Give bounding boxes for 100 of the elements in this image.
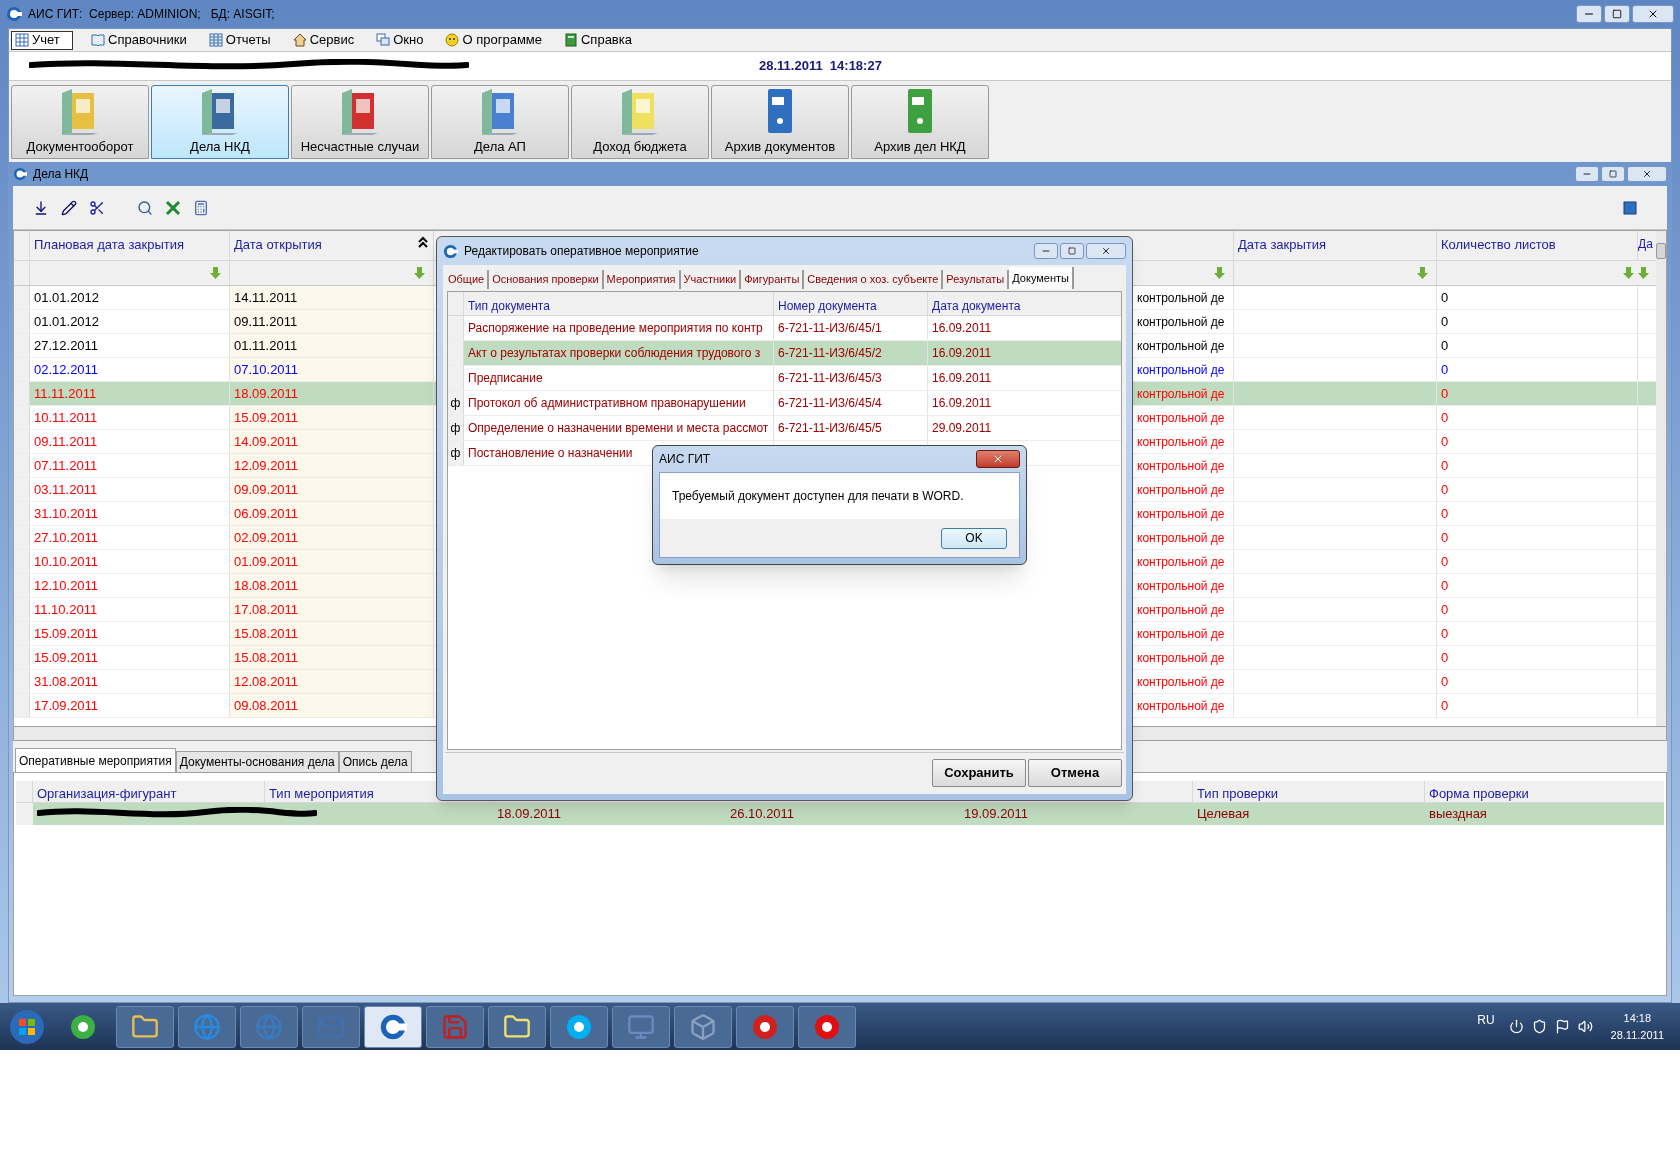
table-cell-text: 0 — [1441, 600, 1449, 619]
table-cell-text: 15.08.2011 — [234, 624, 299, 643]
table-cell-text: 12.10.2011 — [34, 576, 99, 595]
table-cell-text: 0 — [1441, 480, 1449, 499]
table-cell-text: контрольной де — [1137, 361, 1225, 379]
table-cell-text: 6-721-11-ИЗ/6/45/2 — [778, 345, 882, 362]
table-cell-text: 0 — [1441, 336, 1449, 355]
table-cell-text: 6-721-11-ИЗ/6/45/1 — [778, 320, 882, 337]
table-cell-text: 01.01.2012 — [34, 312, 100, 331]
table-cell-text: контрольной де — [1137, 289, 1225, 307]
table-cell-text: контрольной де — [1137, 505, 1225, 523]
table-cell-text: 12.09.2011 — [234, 456, 299, 475]
table-cell-text: 11.11.2011 — [34, 384, 97, 403]
table-cell-text: 0 — [1441, 696, 1449, 715]
table-cell-text: 0 — [1441, 576, 1449, 595]
table-cell-text: 15.08.2011 — [234, 648, 299, 667]
table-cell-text: контрольной де — [1137, 481, 1225, 499]
table-cell-text: контрольной де — [1137, 697, 1225, 715]
table-cell-text: 0 — [1441, 432, 1449, 451]
table-cell-text: контрольной де — [1137, 385, 1225, 403]
table-cell-text: контрольной де — [1137, 577, 1225, 595]
table-cell-text: 18.08.2011 — [234, 576, 299, 595]
table-cell-text: контрольной де — [1137, 433, 1225, 451]
table-cell-text: 0 — [1441, 312, 1449, 331]
table-cell-text: 0 — [1441, 288, 1449, 307]
table-cell-text: 0 — [1441, 552, 1449, 571]
table-cell-text: выездная — [1429, 805, 1487, 824]
table-cell-text: 02.12.2011 — [34, 360, 99, 379]
row-marker: ф — [450, 420, 461, 437]
table-cell-text: 14.09.2011 — [234, 432, 299, 451]
table-cell-text: 0 — [1441, 504, 1449, 523]
table-cell-text: 6-721-11-ИЗ/6/45/5 — [778, 420, 882, 437]
table-cell-text: 0 — [1441, 672, 1449, 691]
table-cell-text: Определение о назначении времени и места рассмот — [468, 420, 769, 437]
dialog-title: Редактировать оперативное мероприятие — [464, 243, 700, 260]
table-cell-text: 17.08.2011 — [234, 600, 299, 619]
table-cell-text: 15.09.2011 — [234, 408, 299, 427]
table-cell-text: 0 — [1441, 360, 1449, 379]
table-cell-text: Распоряжение на проведение мероприятия по контр — [468, 320, 763, 337]
table-cell-text: 01.01.2012 — [34, 288, 100, 307]
table-cell-text: 09.09.2011 — [234, 480, 299, 499]
table-cell-text: 01.11.2011 — [234, 336, 298, 355]
table-cell-text: 0 — [1441, 408, 1449, 427]
table-cell-text: контрольной де — [1137, 529, 1225, 547]
window-title: Дела НКД — [33, 166, 90, 183]
date-time: 28.11.2011 14:18:27 — [759, 57, 882, 76]
table-cell-text: 19.09.2011 — [964, 805, 1029, 824]
table-cell-text: 09.11.2011 — [34, 432, 98, 451]
table-cell-text: 12.08.2011 — [234, 672, 299, 691]
table-cell-text: Акт о результатах проверки соблюдения трудового з — [468, 345, 761, 362]
table-cell-text: контрольной де — [1137, 625, 1225, 643]
table-cell-text: 0 — [1441, 648, 1449, 667]
table-cell-text: контрольной де — [1137, 649, 1225, 667]
table-cell-text: 26.10.2011 — [730, 805, 795, 824]
table-cell-text: 07.10.2011 — [234, 360, 299, 379]
table-cell-text: контрольной де — [1137, 553, 1225, 571]
table-cell-text: 15.09.2011 — [34, 624, 99, 643]
table-cell-text: 16.09.2011 — [932, 370, 992, 387]
row-marker: ф — [450, 395, 461, 412]
table-cell-text: 0 — [1441, 624, 1449, 643]
table-cell-text: 29.09.2011 — [932, 420, 992, 437]
table-cell-text: 15.09.2011 — [34, 648, 99, 667]
table-cell-text: 09.08.2011 — [234, 696, 299, 715]
table-cell-text: контрольной де — [1137, 409, 1225, 427]
table-cell-text: 10.11.2011 — [34, 408, 98, 427]
table-cell-text: 18.09.2011 — [234, 384, 299, 403]
table-cell-text: 6-721-11-ИЗ/6/45/3 — [778, 370, 882, 387]
table-cell-text: 18.09.2011 — [497, 805, 562, 824]
table-cell-text: 14.11.2011 — [234, 288, 298, 307]
table-cell-text: 6-721-11-ИЗ/6/45/4 — [778, 395, 882, 412]
table-cell-text: 27.10.2011 — [34, 528, 99, 547]
dialog-title: АИС ГИТ — [659, 451, 712, 468]
table-cell-text: 16.09.2011 — [932, 320, 992, 337]
table-cell-text: контрольной де — [1137, 457, 1225, 475]
table-cell-text: контрольной де — [1137, 313, 1225, 331]
table-cell-text: 11.10.2011 — [34, 600, 98, 619]
table-cell-text: 17.09.2011 — [34, 696, 99, 715]
table-cell-text: 31.10.2011 — [34, 504, 99, 523]
table-cell-text: 10.10.2011 — [34, 552, 99, 571]
table-cell-text: 16.09.2011 — [932, 345, 992, 362]
table-cell-text: контрольной де — [1137, 337, 1225, 355]
table-cell-text: Целевая — [1197, 805, 1250, 824]
table-cell-text: 31.08.2011 — [34, 672, 99, 691]
table-cell-text: Постановление о назначении — [468, 445, 633, 462]
table-cell-text: 0 — [1441, 384, 1449, 403]
table-cell-text: 07.11.2011 — [34, 456, 98, 475]
table-cell-text: 0 — [1441, 528, 1449, 547]
window-title: АИС ГИТ: Сервер: ADMINION; БД: AISGIT; — [28, 6, 276, 23]
table-cell-text: контрольной де — [1137, 673, 1225, 691]
table-cell-text: 27.12.2011 — [34, 336, 99, 355]
table-cell-text: Предписание — [468, 370, 543, 387]
table-cell-text: 01.09.2011 — [234, 552, 299, 571]
table-cell-text: контрольной де — [1137, 601, 1225, 619]
table-cell-text: 16.09.2011 — [932, 395, 992, 412]
table-cell-text: 0 — [1441, 456, 1449, 475]
table-cell-text: 03.11.2011 — [34, 480, 98, 499]
table-cell-text: Протокол об административном правонарушении — [468, 395, 746, 412]
table-cell-text: 06.09.2011 — [234, 504, 299, 523]
message-text: Требуемый документ доступен для печати в WORD. — [672, 488, 964, 505]
table-cell-text: 02.09.2011 — [234, 528, 299, 547]
